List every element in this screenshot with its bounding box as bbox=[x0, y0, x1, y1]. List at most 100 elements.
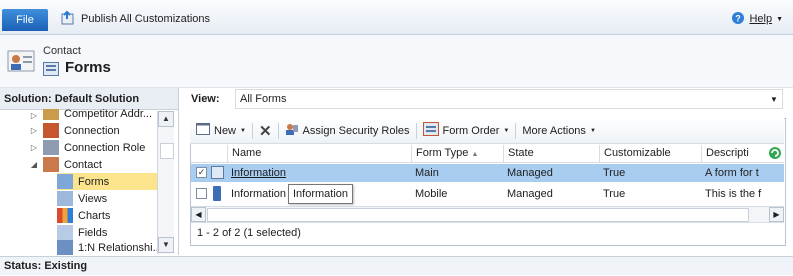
view-selector-row: View: All Forms ▼ bbox=[183, 89, 783, 109]
tree-item-views[interactable]: Views bbox=[57, 190, 107, 207]
toolbar-divider bbox=[277, 122, 279, 139]
tree-item-charts[interactable]: Charts bbox=[57, 207, 110, 224]
forms-icon bbox=[57, 174, 73, 189]
file-tab[interactable]: File bbox=[2, 9, 48, 31]
row-form-type: Main bbox=[415, 167, 439, 179]
row-description: This is the f bbox=[705, 188, 762, 200]
mobile-form-icon bbox=[213, 186, 221, 201]
tree-item-label: Connection Role bbox=[64, 141, 146, 154]
chevron-down-icon: ▼ bbox=[503, 127, 510, 134]
contact-entity-icon bbox=[6, 46, 36, 76]
tooltip: Information bbox=[288, 184, 354, 204]
grid-horizontal-scrollbar[interactable]: ◀ ▶ bbox=[191, 206, 784, 222]
expand-arrow-icon: ▷ bbox=[30, 126, 38, 135]
row-checkbox[interactable] bbox=[196, 188, 207, 199]
tree-item-label: Forms bbox=[78, 175, 110, 188]
scroll-up-icon[interactable]: ▲ bbox=[158, 111, 174, 127]
sort-ascending-icon: ▲ bbox=[471, 151, 479, 158]
new-label: New bbox=[214, 124, 237, 137]
scroll-thumb[interactable] bbox=[160, 143, 174, 159]
toolbar-divider bbox=[415, 122, 417, 139]
row-checkbox[interactable]: ✓ bbox=[196, 167, 207, 178]
publish-label: Publish All Customizations bbox=[81, 13, 211, 25]
tree-item-connection[interactable]: ▷ Connection bbox=[30, 122, 120, 139]
scroll-down-icon[interactable]: ▼ bbox=[158, 237, 174, 253]
view-label: View: bbox=[191, 93, 220, 105]
table-row[interactable]: Information Mobile Managed True This is … bbox=[191, 185, 784, 203]
more-actions-button[interactable]: More Actions ▼ bbox=[522, 125, 596, 137]
grid-footer: 1 - 2 of 2 (1 selected) bbox=[191, 222, 784, 243]
column-header-customizable[interactable]: Customizable bbox=[599, 145, 701, 162]
row-form-type: Mobile bbox=[415, 188, 448, 200]
refresh-icon[interactable] bbox=[768, 146, 782, 160]
grid-column-headers: Name Form Type ▲ State Customizable Desc… bbox=[191, 145, 784, 163]
view-select[interactable]: All Forms ▼ bbox=[235, 89, 783, 109]
connection-icon bbox=[43, 123, 59, 138]
row-customizable: True bbox=[603, 188, 626, 200]
expand-arrow-icon: ▷ bbox=[30, 111, 38, 120]
view-value: All Forms bbox=[240, 93, 287, 105]
security-roles-icon bbox=[285, 122, 299, 139]
tree-item-competitor-address[interactable]: ▷ Competitor Addr... bbox=[30, 109, 152, 120]
relationship-icon bbox=[57, 240, 73, 255]
form-order-button[interactable]: Form Order ▼ bbox=[422, 122, 510, 139]
page-header bbox=[0, 35, 793, 88]
views-icon bbox=[57, 191, 73, 206]
tree-item-fields[interactable]: Fields bbox=[57, 224, 107, 241]
contact-icon bbox=[43, 157, 59, 172]
tree-item-label: Contact bbox=[64, 158, 102, 171]
collapse-arrow-icon: ◢ bbox=[30, 160, 38, 169]
toolbar-divider bbox=[251, 122, 253, 139]
publish-all-button[interactable]: Publish All Customizations bbox=[60, 10, 210, 28]
status-bar: Status: Existing bbox=[0, 256, 793, 275]
help-icon: ? bbox=[731, 11, 745, 28]
grid-toolbar: New ▼ ✕ Assign Security Roles Form Order… bbox=[190, 118, 784, 144]
svg-text:?: ? bbox=[736, 13, 742, 23]
table-row[interactable]: ✓ Information Main Managed True A form f… bbox=[191, 164, 784, 182]
assign-security-roles-button[interactable]: Assign Security Roles bbox=[285, 122, 410, 139]
scroll-thumb[interactable] bbox=[207, 208, 749, 222]
tree-item-label: Fields bbox=[78, 226, 108, 239]
assign-label: Assign Security Roles bbox=[302, 124, 410, 137]
column-header-name[interactable]: Name bbox=[227, 145, 411, 162]
entity-label: Contact bbox=[43, 45, 81, 57]
row-description: A form for t bbox=[705, 167, 759, 179]
tree-item-label: 1:N Relationshi... bbox=[78, 241, 162, 254]
chevron-down-icon: ▼ bbox=[240, 127, 246, 134]
column-header-state[interactable]: State bbox=[503, 145, 599, 162]
nav-scrollbar[interactable]: ▲ ▼ bbox=[157, 111, 174, 254]
charts-icon bbox=[57, 208, 73, 223]
select-column-header[interactable] bbox=[191, 145, 227, 162]
tree-item-contact[interactable]: ◢ Contact bbox=[30, 156, 102, 173]
tree-item-forms[interactable]: Forms bbox=[57, 173, 157, 190]
chevron-down-icon: ▼ bbox=[589, 127, 596, 134]
row-state: Managed bbox=[507, 188, 553, 200]
row-state: Managed bbox=[507, 167, 553, 179]
publish-icon bbox=[60, 10, 76, 29]
scroll-right-icon[interactable]: ▶ bbox=[769, 207, 784, 222]
row-customizable: True bbox=[603, 167, 626, 179]
row-name-link[interactable]: Information bbox=[227, 164, 411, 182]
form-icon bbox=[211, 166, 224, 179]
chevron-down-icon: ▼ bbox=[776, 15, 783, 23]
new-icon bbox=[196, 123, 210, 138]
tree-item-label: Charts bbox=[78, 209, 111, 222]
page-title: Forms bbox=[65, 59, 111, 76]
address-icon bbox=[43, 109, 59, 120]
more-actions-label: More Actions bbox=[522, 124, 586, 137]
help-button[interactable]: ? Help ▼ bbox=[731, 10, 783, 28]
expand-arrow-icon: ▷ bbox=[30, 143, 38, 152]
column-header-label: Form Type bbox=[416, 147, 469, 159]
new-button[interactable]: New ▼ bbox=[196, 123, 246, 138]
tree-item-label: Competitor Addr... bbox=[64, 109, 153, 120]
connection-role-icon bbox=[43, 140, 59, 155]
column-header-form-type[interactable]: Form Type ▲ bbox=[411, 145, 503, 162]
tree-item-connection-role[interactable]: ▷ Connection Role bbox=[30, 139, 145, 156]
tree-item-relationships[interactable]: 1:N Relationshi... bbox=[57, 240, 162, 255]
toolbar-divider bbox=[515, 122, 517, 139]
tree-item-label: Connection bbox=[64, 124, 120, 137]
forms-icon bbox=[43, 62, 59, 76]
scroll-left-icon[interactable]: ◀ bbox=[191, 207, 206, 222]
delete-button[interactable]: ✕ bbox=[259, 122, 272, 140]
delete-icon: ✕ bbox=[258, 122, 272, 140]
